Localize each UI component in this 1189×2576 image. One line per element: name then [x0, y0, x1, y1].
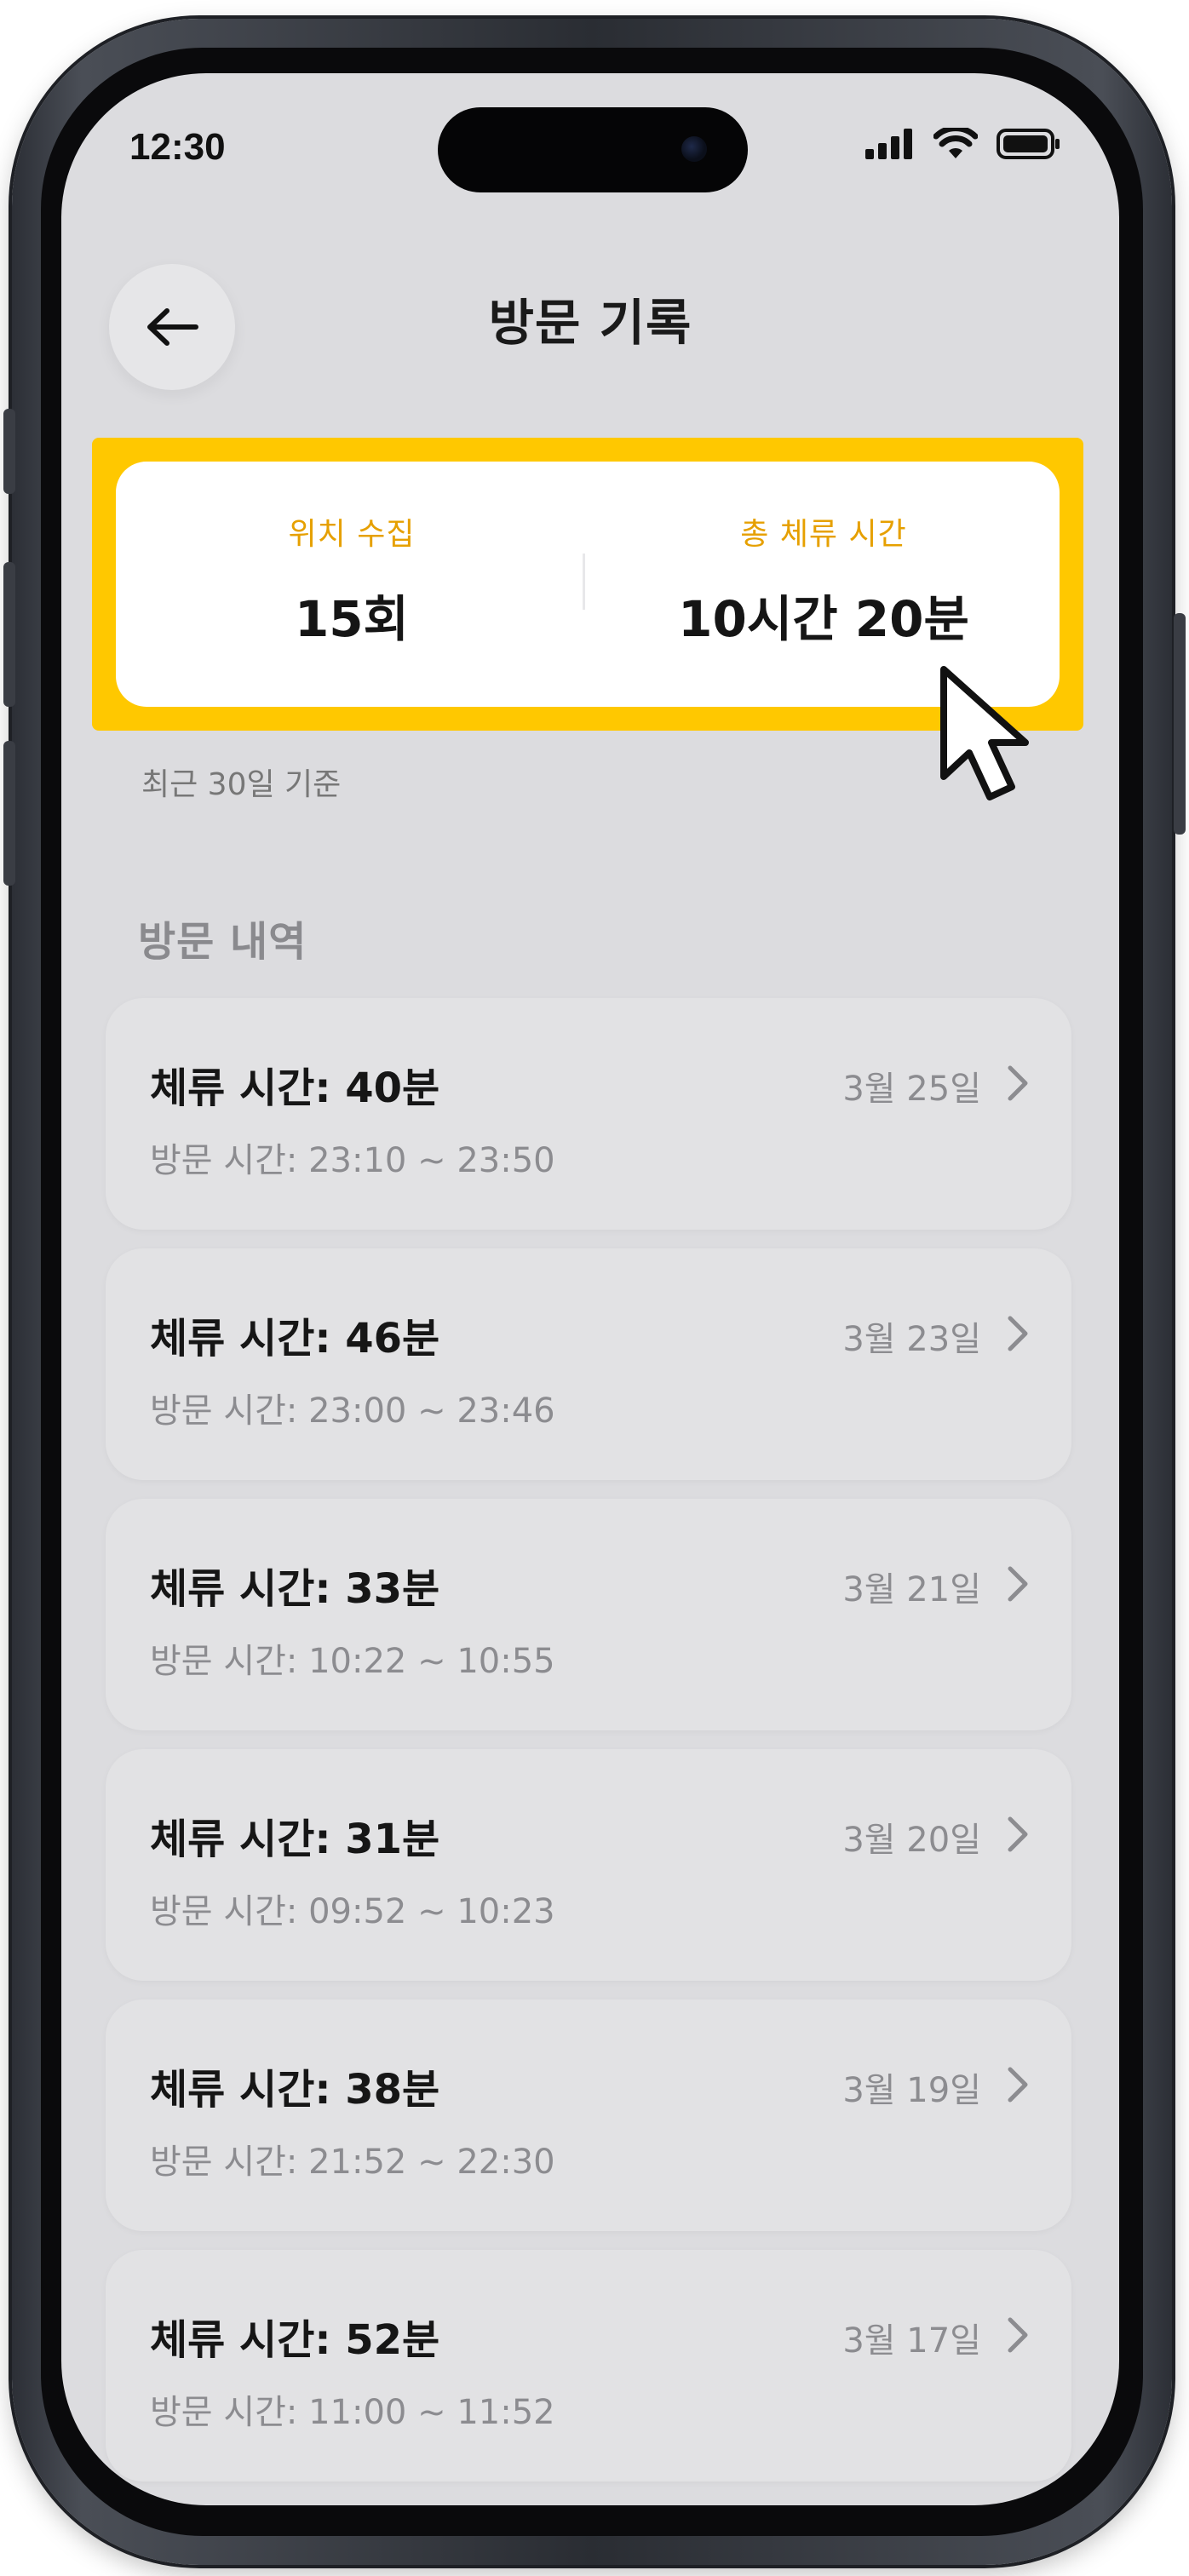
total-stay-label: 총 체류 시간 [740, 517, 907, 552]
chevron-right-icon [1008, 1566, 1028, 1602]
visit-time: 방문 시간: 10:22 ~ 10:55 [150, 1642, 555, 1681]
visit-time: 방문 시간: 23:00 ~ 23:46 [150, 1391, 555, 1431]
visit-duration: 체류 시간: 46분 [150, 1315, 440, 1363]
dynamic-island [438, 107, 748, 192]
status-icons [865, 128, 1061, 160]
visit-time: 방문 시간: 23:10 ~ 23:50 [150, 1141, 555, 1180]
basis-note: 최근 30일 기준 [141, 767, 342, 802]
visit-duration: 체류 시간: 38분 [150, 2066, 440, 2114]
wifi-icon [933, 128, 978, 158]
summary-card[interactable]: 위치 수집 15회 총 체류 시간 10시간 20분 [116, 462, 1060, 707]
visit-duration: 체류 시간: 40분 [150, 1064, 440, 1112]
visit-date: 3월 20일 [842, 1821, 981, 1860]
visit-time: 방문 시간: 21:52 ~ 22:30 [150, 2143, 555, 2182]
chevron-right-icon [1008, 2317, 1028, 2353]
location-collection-label: 위치 수집 [288, 517, 416, 552]
visit-date: 3월 25일 [842, 1070, 981, 1109]
visit-list: 체류 시간: 40분 방문 시간: 23:10 ~ 23:50 3월 25일 체… [106, 998, 1077, 2500]
total-stay-value: 10시간 20분 [678, 590, 969, 648]
visit-item[interactable]: 체류 시간: 38분 방문 시간: 21:52 ~ 22:30 3월 19일 [106, 1999, 1071, 2231]
visit-date: 3월 21일 [842, 1570, 981, 1609]
visit-date: 3월 23일 [842, 1320, 981, 1359]
mouse-cursor-icon [940, 666, 1029, 800]
visit-date: 3월 17일 [842, 2321, 981, 2361]
battery-icon [997, 129, 1060, 159]
visit-duration: 체류 시간: 31분 [150, 1816, 440, 1863]
summary-divider [583, 554, 585, 610]
chevron-right-icon [1008, 1065, 1028, 1101]
phone-volume-up-button [3, 562, 15, 707]
phone-side-button [3, 409, 15, 494]
phone-volume-down-button [3, 741, 15, 886]
visit-time: 방문 시간: 11:00 ~ 11:52 [150, 2393, 555, 2432]
visit-item[interactable]: 체류 시간: 31분 방문 시간: 09:52 ~ 10:23 3월 20일 [106, 1749, 1071, 1981]
chevron-right-icon [1008, 1316, 1028, 1351]
chevron-right-icon [1008, 2067, 1028, 2103]
location-collection-value: 15회 [294, 590, 410, 648]
phone-power-button [1174, 613, 1186, 835]
visit-item[interactable]: 체류 시간: 33분 방문 시간: 10:22 ~ 10:55 3월 21일 [106, 1499, 1071, 1730]
app-screen: 12:30 방문 기록 위치 수집 15회 총 체류 시간 10시간 20분 최… [61, 73, 1119, 2505]
visit-item[interactable]: 체류 시간: 40분 방문 시간: 23:10 ~ 23:50 3월 25일 [106, 998, 1071, 1230]
signal-icon [865, 129, 912, 159]
visits-section-title: 방문 내역 [138, 918, 307, 966]
visit-item[interactable]: 체류 시간: 52분 방문 시간: 11:00 ~ 11:52 3월 17일 [106, 2250, 1071, 2481]
visit-time: 방문 시간: 09:52 ~ 10:23 [150, 1892, 555, 1931]
chevron-right-icon [1008, 1816, 1028, 1852]
visit-date: 3월 19일 [842, 2071, 981, 2110]
visit-item[interactable]: 체류 시간: 46분 방문 시간: 23:00 ~ 23:46 3월 23일 [106, 1248, 1071, 1480]
visit-duration: 체류 시간: 52분 [150, 2316, 440, 2364]
status-time: 12:30 [129, 126, 226, 168]
page-title: 방문 기록 [488, 294, 692, 352]
camera-icon [681, 136, 707, 162]
visit-duration: 체류 시간: 33분 [150, 1565, 440, 1613]
location-collection-stat: 위치 수집 15회 [116, 462, 588, 707]
